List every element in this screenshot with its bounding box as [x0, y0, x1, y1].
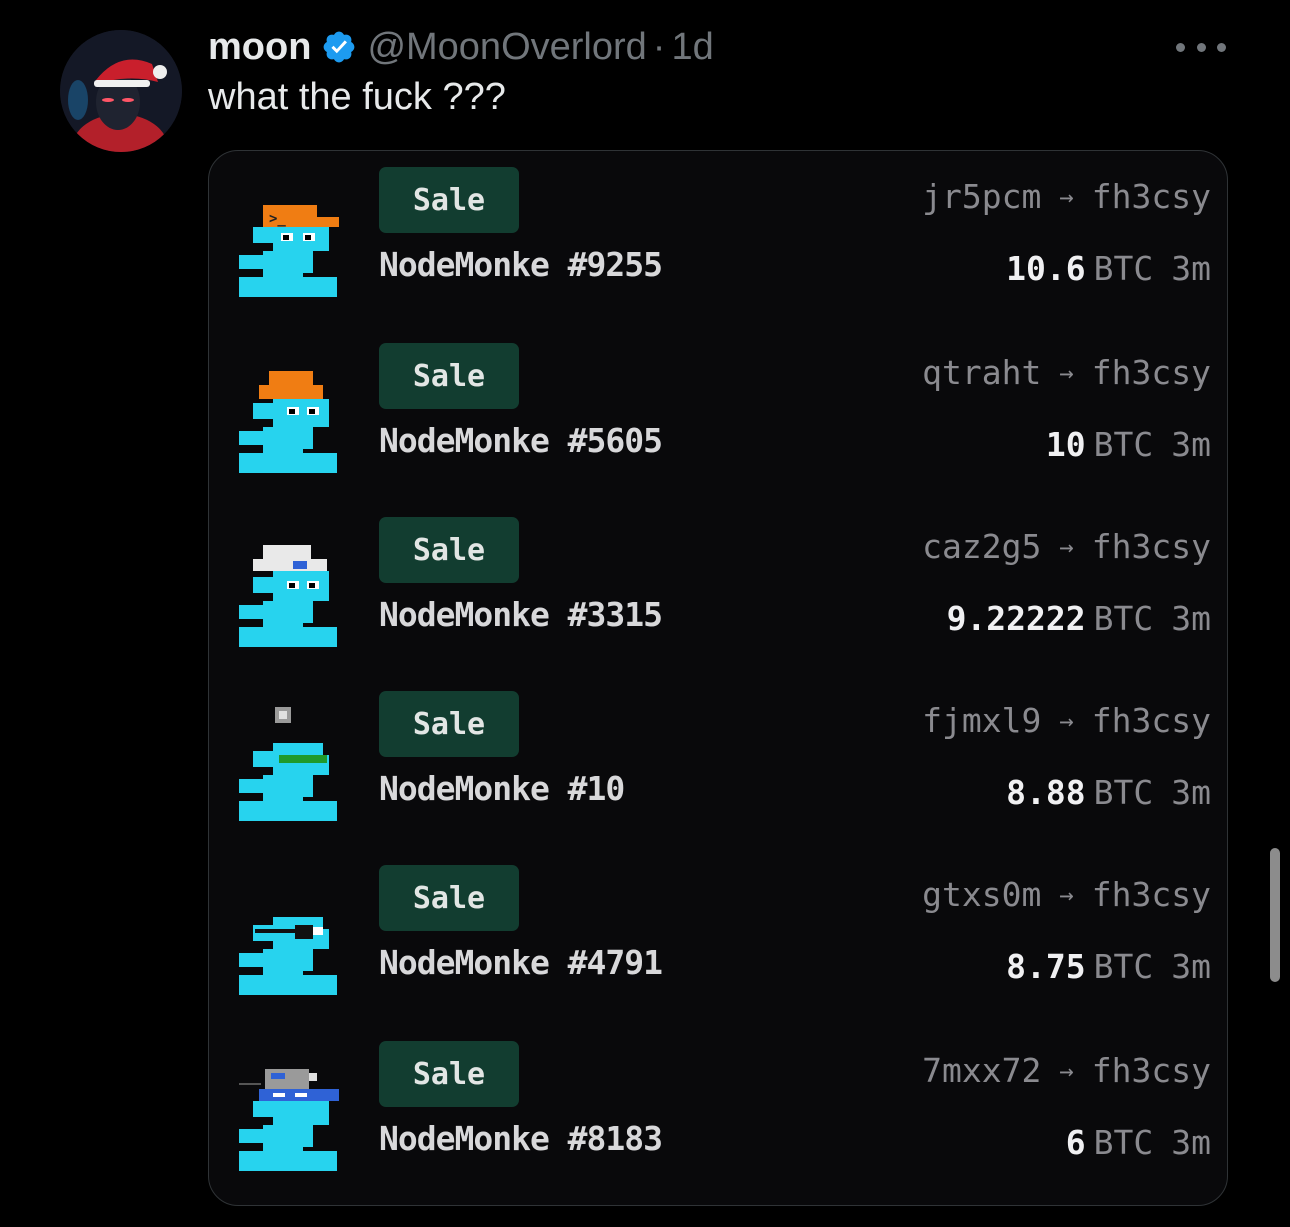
from-address[interactable]: fjmxl9: [922, 701, 1041, 740]
white-cap-icon: [239, 545, 337, 647]
sale-badge: Sale: [379, 1041, 519, 1107]
sale-row[interactable]: Sale NodeMonke #4791 gtxs0m → fh3csy 8.7…: [209, 857, 1227, 1029]
blue-visor-icon: [239, 1069, 339, 1171]
more-options-icon[interactable]: [1176, 40, 1226, 54]
price-currency: BTC: [1093, 773, 1154, 812]
terminal-cap-icon: >_: [239, 205, 339, 297]
timestamp[interactable]: 1d: [671, 26, 713, 69]
nft-title[interactable]: NodeMonke #5605: [379, 421, 663, 460]
transfer-info: fjmxl9 → fh3csy: [922, 701, 1211, 740]
tweet-text: what the fuck ???: [208, 76, 506, 118]
sale-badge: Sale: [379, 343, 519, 409]
to-address[interactable]: fh3csy: [1092, 353, 1211, 392]
price-currency: BTC: [1093, 249, 1154, 288]
transfer-info: qtraht → fh3csy: [922, 353, 1211, 392]
author-name[interactable]: moon: [208, 26, 311, 69]
nft-title[interactable]: NodeMonke #4791: [379, 943, 663, 982]
sale-badge: Sale: [379, 865, 519, 931]
sale-time: 3m: [1171, 773, 1211, 812]
price-currency: BTC: [1093, 947, 1154, 986]
sale-time: 3m: [1171, 1123, 1211, 1162]
sale-badge: Sale: [379, 517, 519, 583]
sale-row[interactable]: Sale NodeMonke #10 fjmxl9 → fh3csy 8.88 …: [209, 683, 1227, 855]
tweet-header: moon @MoonOverlord · 1d: [208, 22, 714, 72]
price-currency: BTC: [1093, 1123, 1154, 1162]
price-currency: BTC: [1093, 425, 1154, 464]
price-info: 8.88 BTC 3m: [1006, 773, 1211, 812]
transfer-info: gtxs0m → fh3csy: [922, 875, 1211, 914]
nft-title[interactable]: NodeMonke #3315: [379, 595, 663, 634]
orange-beanie-icon: [239, 371, 337, 473]
sale-time: 3m: [1171, 249, 1211, 288]
price-currency: BTC: [1093, 599, 1154, 638]
from-address[interactable]: qtraht: [922, 353, 1041, 392]
avatar[interactable]: [60, 30, 182, 152]
nft-title[interactable]: NodeMonke #9255: [379, 245, 663, 284]
sale-time: 3m: [1171, 425, 1211, 464]
sale-badge: Sale: [379, 691, 519, 757]
to-address[interactable]: fh3csy: [1092, 875, 1211, 914]
transfer-info: 7mxx72 → fh3csy: [922, 1051, 1211, 1090]
separator-dot: ·: [652, 25, 666, 68]
price-amount: 9.22222: [946, 599, 1086, 638]
avatar-image: [60, 30, 182, 152]
price-info: 10.6 BTC 3m: [1006, 249, 1211, 288]
scrollbar[interactable]: [1270, 848, 1280, 982]
arrow-right-icon: →: [1059, 706, 1074, 735]
author-handle[interactable]: @MoonOverlord: [367, 26, 646, 69]
arrow-right-icon: →: [1059, 1056, 1074, 1085]
arrow-right-icon: →: [1059, 358, 1074, 387]
price-info: 6 BTC 3m: [1066, 1123, 1211, 1162]
arrow-right-icon: →: [1059, 182, 1074, 211]
transfer-info: jr5pcm → fh3csy: [922, 177, 1211, 216]
price-info: 8.75 BTC 3m: [1006, 947, 1211, 986]
sale-row[interactable]: Sale NodeMonke #5605 qtraht → fh3csy 10 …: [209, 335, 1227, 507]
sale-row[interactable]: >_ Sale NodeMonke #9255 jr5pcm → fh3csy …: [209, 159, 1227, 331]
transfer-info: caz2g5 → fh3csy: [922, 527, 1211, 566]
price-info: 9.22222 BTC 3m: [947, 599, 1211, 638]
nft-title[interactable]: NodeMonke #10: [379, 769, 625, 808]
nft-title[interactable]: NodeMonke #8183: [379, 1119, 663, 1158]
price-amount: 10.6: [1006, 249, 1086, 288]
to-address[interactable]: fh3csy: [1092, 527, 1211, 566]
from-address[interactable]: caz2g5: [922, 527, 1041, 566]
price-amount: 8.88: [1006, 773, 1086, 812]
green-shades-icon: [239, 707, 337, 821]
verified-badge-icon: [324, 31, 355, 63]
to-address[interactable]: fh3csy: [1092, 177, 1211, 216]
price-amount: 6: [1065, 1123, 1086, 1162]
sale-time: 3m: [1171, 599, 1211, 638]
from-address[interactable]: 7mxx72: [922, 1051, 1041, 1090]
to-address[interactable]: fh3csy: [1092, 701, 1211, 740]
arrow-right-icon: →: [1059, 532, 1074, 561]
sale-badge: Sale: [379, 167, 519, 233]
arrow-right-icon: →: [1059, 880, 1074, 909]
sale-row[interactable]: Sale NodeMonke #3315 caz2g5 → fh3csy 9.2…: [209, 509, 1227, 681]
price-amount: 10: [1045, 425, 1086, 464]
from-address[interactable]: jr5pcm: [922, 177, 1041, 216]
sale-row[interactable]: Sale NodeMonke #8183 7mxx72 → fh3csy 6 B…: [209, 1033, 1227, 1205]
price-info: 10 BTC 3m: [1046, 425, 1211, 464]
sale-time: 3m: [1171, 947, 1211, 986]
from-address[interactable]: gtxs0m: [922, 875, 1041, 914]
eyepatch-icon: [239, 917, 337, 995]
svg-text:>_: >_: [269, 211, 286, 227]
media-card[interactable]: >_ Sale NodeMonke #9255 jr5pcm → fh3csy …: [208, 150, 1228, 1206]
price-amount: 8.75: [1006, 947, 1086, 986]
to-address[interactable]: fh3csy: [1092, 1051, 1211, 1090]
